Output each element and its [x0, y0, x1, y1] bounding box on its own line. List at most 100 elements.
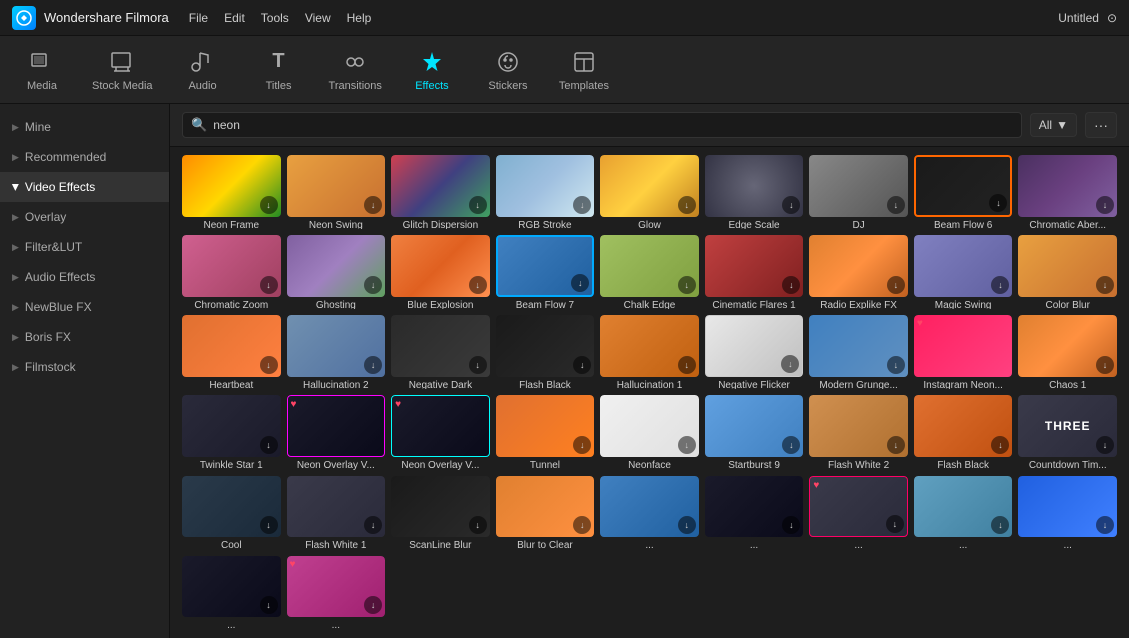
download-btn-chaos1[interactable]: ↓: [1096, 356, 1114, 374]
effect-item-neon-overlay-v1[interactable]: ♥Neon Overlay V...: [287, 395, 386, 469]
download-btn-color-blur[interactable]: ↓: [1096, 276, 1114, 294]
effect-item-bottom2[interactable]: ↓...: [705, 476, 804, 550]
effect-item-bottom5[interactable]: ↓...: [1018, 476, 1117, 550]
effect-thumb-hallucination2[interactable]: ↓: [287, 315, 386, 377]
download-btn-flash-white1[interactable]: ↓: [364, 516, 382, 534]
effect-thumb-flash-white1[interactable]: ↓: [287, 476, 386, 538]
effect-thumb-chalk-edge[interactable]: ↓: [600, 235, 699, 297]
tool-media[interactable]: Media: [16, 48, 68, 92]
download-btn-flash-white2[interactable]: ↓: [887, 436, 905, 454]
download-btn-rgb-stroke[interactable]: ↓: [573, 196, 591, 214]
effect-thumb-cinematic-flares[interactable]: ↓: [705, 235, 804, 297]
download-btn-radio-explike[interactable]: ↓: [887, 276, 905, 294]
effect-thumb-neon-overlay-v2[interactable]: ♥: [391, 395, 490, 457]
download-btn-bottom7[interactable]: ↓: [364, 596, 382, 614]
download-btn-scanline-blur[interactable]: ↓: [469, 516, 487, 534]
download-btn-hallucination2[interactable]: ↓: [364, 356, 382, 374]
effect-item-chromatic-aberration[interactable]: ↓Chromatic Aber...: [1018, 155, 1117, 229]
download-btn-blue-explosion[interactable]: ↓: [469, 276, 487, 294]
download-btn-startburst9[interactable]: ↓: [782, 436, 800, 454]
effect-thumb-blur-to-clear[interactable]: ↓: [496, 476, 595, 538]
sidebar-item-recommended[interactable]: ▶ Recommended: [0, 142, 169, 172]
effect-item-neon-frame[interactable]: ↓Neon Frame: [182, 155, 281, 229]
effect-thumb-negative-flicker[interactable]: ↓: [705, 315, 804, 377]
effect-thumb-modern-grunge[interactable]: ↓: [809, 315, 908, 377]
effect-thumb-glitch-dispersion[interactable]: ↓: [391, 155, 490, 217]
download-btn-negative-dark[interactable]: ↓: [469, 356, 487, 374]
effect-item-flash-black[interactable]: ↓Flash Black: [496, 315, 595, 389]
effect-item-magic-swing[interactable]: ↓Magic Swing: [914, 235, 1013, 309]
tool-transitions[interactable]: Transitions: [329, 48, 382, 92]
effect-item-glow[interactable]: ↓Glow: [600, 155, 699, 229]
download-btn-bottom6[interactable]: ↓: [260, 596, 278, 614]
download-btn-glitch-dispersion[interactable]: ↓: [469, 196, 487, 214]
effect-item-flash-white2[interactable]: ↓Flash White 2: [809, 395, 908, 469]
effect-thumb-scanline-blur[interactable]: ↓: [391, 476, 490, 538]
effect-item-neon-overlay-v2[interactable]: ♥Neon Overlay V...: [391, 395, 490, 469]
effect-thumb-instagram-neon[interactable]: ♥: [914, 315, 1013, 377]
download-btn-cinematic-flares[interactable]: ↓: [782, 276, 800, 294]
effect-thumb-rgb-stroke[interactable]: ↓: [496, 155, 595, 217]
effect-thumb-beam-flow6[interactable]: ↓: [914, 155, 1013, 217]
download-btn-magic-swing[interactable]: ↓: [991, 276, 1009, 294]
effect-item-modern-grunge[interactable]: ↓Modern Grunge...: [809, 315, 908, 389]
effect-item-countdown-time[interactable]: THREE↓Countdown Tim...: [1018, 395, 1117, 469]
effect-item-hallucination1[interactable]: ↓Hallucination 1: [600, 315, 699, 389]
effect-thumb-bottom2[interactable]: ↓: [705, 476, 804, 538]
effect-thumb-cool[interactable]: ↓: [182, 476, 281, 538]
effect-item-glitch-dispersion[interactable]: ↓Glitch Dispersion: [391, 155, 490, 229]
effect-item-flash-black2[interactable]: ↓Flash Black: [914, 395, 1013, 469]
effect-thumb-neon-frame[interactable]: ↓: [182, 155, 281, 217]
menu-tools[interactable]: Tools: [261, 11, 289, 25]
download-btn-countdown-time[interactable]: ↓: [1096, 436, 1114, 454]
download-btn-neonface[interactable]: ↓: [678, 436, 696, 454]
search-input-wrap[interactable]: 🔍: [182, 112, 1022, 138]
effect-item-negative-flicker[interactable]: ↓Negative Flicker: [705, 315, 804, 389]
effect-thumb-bottom4[interactable]: ↓: [914, 476, 1013, 538]
effect-item-hallucination2[interactable]: ↓Hallucination 2: [287, 315, 386, 389]
download-btn-beam-flow6[interactable]: ↓: [989, 194, 1007, 212]
effect-thumb-flash-black[interactable]: ↓: [496, 315, 595, 377]
tool-templates[interactable]: Templates: [558, 48, 610, 92]
download-btn-cool[interactable]: ↓: [260, 516, 278, 534]
effect-thumb-color-blur[interactable]: ↓: [1018, 235, 1117, 297]
effect-item-bottom7[interactable]: ♥↓...: [287, 556, 386, 630]
download-btn-chalk-edge[interactable]: ↓: [678, 276, 696, 294]
effect-item-dj[interactable]: ↓DJ: [809, 155, 908, 229]
effect-item-cool[interactable]: ↓Cool: [182, 476, 281, 550]
effect-thumb-heartbeat[interactable]: ↓: [182, 315, 281, 377]
download-btn-ghosting[interactable]: ↓: [364, 276, 382, 294]
effect-item-blue-explosion[interactable]: ↓Blue Explosion: [391, 235, 490, 309]
filter-dropdown[interactable]: All ▼: [1030, 113, 1077, 137]
effect-thumb-blue-explosion[interactable]: ↓: [391, 235, 490, 297]
effect-item-chaos1[interactable]: ↓Chaos 1: [1018, 315, 1117, 389]
effect-item-color-blur[interactable]: ↓Color Blur: [1018, 235, 1117, 309]
tool-stickers[interactable]: Stickers: [482, 48, 534, 92]
download-btn-bottom4[interactable]: ↓: [991, 516, 1009, 534]
menu-edit[interactable]: Edit: [224, 11, 245, 25]
download-btn-hallucination1[interactable]: ↓: [678, 356, 696, 374]
effect-item-instagram-neon[interactable]: ♥Instagram Neon...: [914, 315, 1013, 389]
sidebar-item-filmstock[interactable]: ▶ Filmstock: [0, 352, 169, 382]
effect-item-radio-explike[interactable]: ↓Radio Explike FX: [809, 235, 908, 309]
effect-item-neonface[interactable]: ↓Neonface: [600, 395, 699, 469]
effect-item-tunnel[interactable]: ↓Tunnel: [496, 395, 595, 469]
sidebar-item-video-effects[interactable]: ▶ Video Effects: [0, 172, 169, 202]
effect-item-bottom6[interactable]: ↓...: [182, 556, 281, 630]
effect-item-bottom4[interactable]: ↓...: [914, 476, 1013, 550]
effect-thumb-flash-black2[interactable]: ↓: [914, 395, 1013, 457]
effect-thumb-neon-overlay-v1[interactable]: ♥: [287, 395, 386, 457]
download-btn-chromatic-aberration[interactable]: ↓: [1096, 196, 1114, 214]
effect-thumb-bottom6[interactable]: ↓: [182, 556, 281, 618]
effect-item-heartbeat[interactable]: ↓Heartbeat: [182, 315, 281, 389]
tool-stock-media[interactable]: Stock Media: [92, 48, 153, 92]
download-btn-blur-to-clear[interactable]: ↓: [573, 516, 591, 534]
effect-thumb-bottom7[interactable]: ♥↓: [287, 556, 386, 618]
download-btn-twinkle-star[interactable]: ↓: [260, 436, 278, 454]
download-btn-modern-grunge[interactable]: ↓: [887, 356, 905, 374]
effect-thumb-twinkle-star[interactable]: ↓: [182, 395, 281, 457]
effect-thumb-magic-swing[interactable]: ↓: [914, 235, 1013, 297]
download-btn-negative-flicker[interactable]: ↓: [781, 355, 799, 373]
download-btn-tunnel[interactable]: ↓: [573, 436, 591, 454]
effect-thumb-countdown-time[interactable]: THREE↓: [1018, 395, 1117, 457]
